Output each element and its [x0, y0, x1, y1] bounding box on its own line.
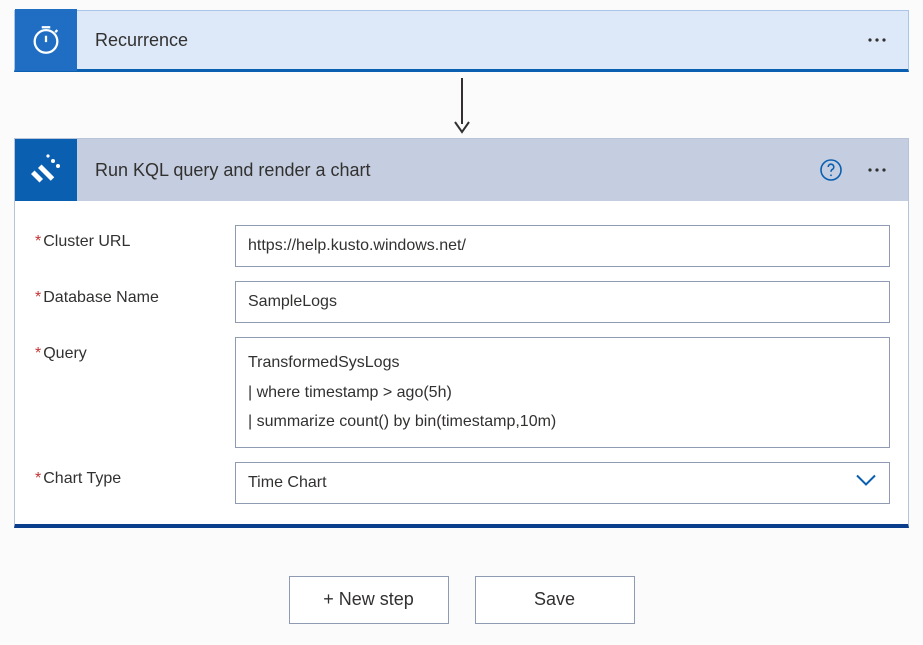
kql-more-button[interactable] — [854, 147, 900, 193]
kql-step-body: *Cluster URL *Database Name *Query Trans… — [15, 201, 908, 524]
save-button[interactable]: Save — [475, 576, 635, 624]
chart-type-label: *Chart Type — [35, 462, 235, 488]
cluster-url-input[interactable] — [235, 225, 890, 267]
query-input[interactable]: TransformedSysLogs | where timestamp > a… — [235, 337, 890, 448]
chart-type-select[interactable]: Time Chart — [235, 462, 890, 504]
query-label: *Query — [35, 337, 235, 363]
flow-connector-arrow — [14, 72, 909, 138]
chart-type-value: Time Chart — [248, 474, 327, 492]
cluster-url-label: *Cluster URL — [35, 225, 235, 251]
recurrence-icon — [15, 9, 77, 71]
help-button[interactable] — [814, 153, 848, 187]
designer-footer: + New step Save — [14, 576, 909, 624]
database-name-input[interactable] — [235, 281, 890, 323]
recurrence-step-card[interactable]: Recurrence — [14, 10, 909, 72]
kql-step-card: Run KQL query and render a chart *Cluste… — [14, 138, 909, 528]
kusto-icon — [15, 139, 77, 201]
new-step-button[interactable]: + New step — [289, 576, 449, 624]
kql-step-header[interactable]: Run KQL query and render a chart — [15, 139, 908, 201]
recurrence-title: Recurrence — [77, 30, 854, 51]
kql-step-title: Run KQL query and render a chart — [77, 160, 814, 181]
database-name-label: *Database Name — [35, 281, 235, 307]
chevron-down-icon — [855, 473, 877, 492]
recurrence-more-button[interactable] — [854, 17, 900, 63]
